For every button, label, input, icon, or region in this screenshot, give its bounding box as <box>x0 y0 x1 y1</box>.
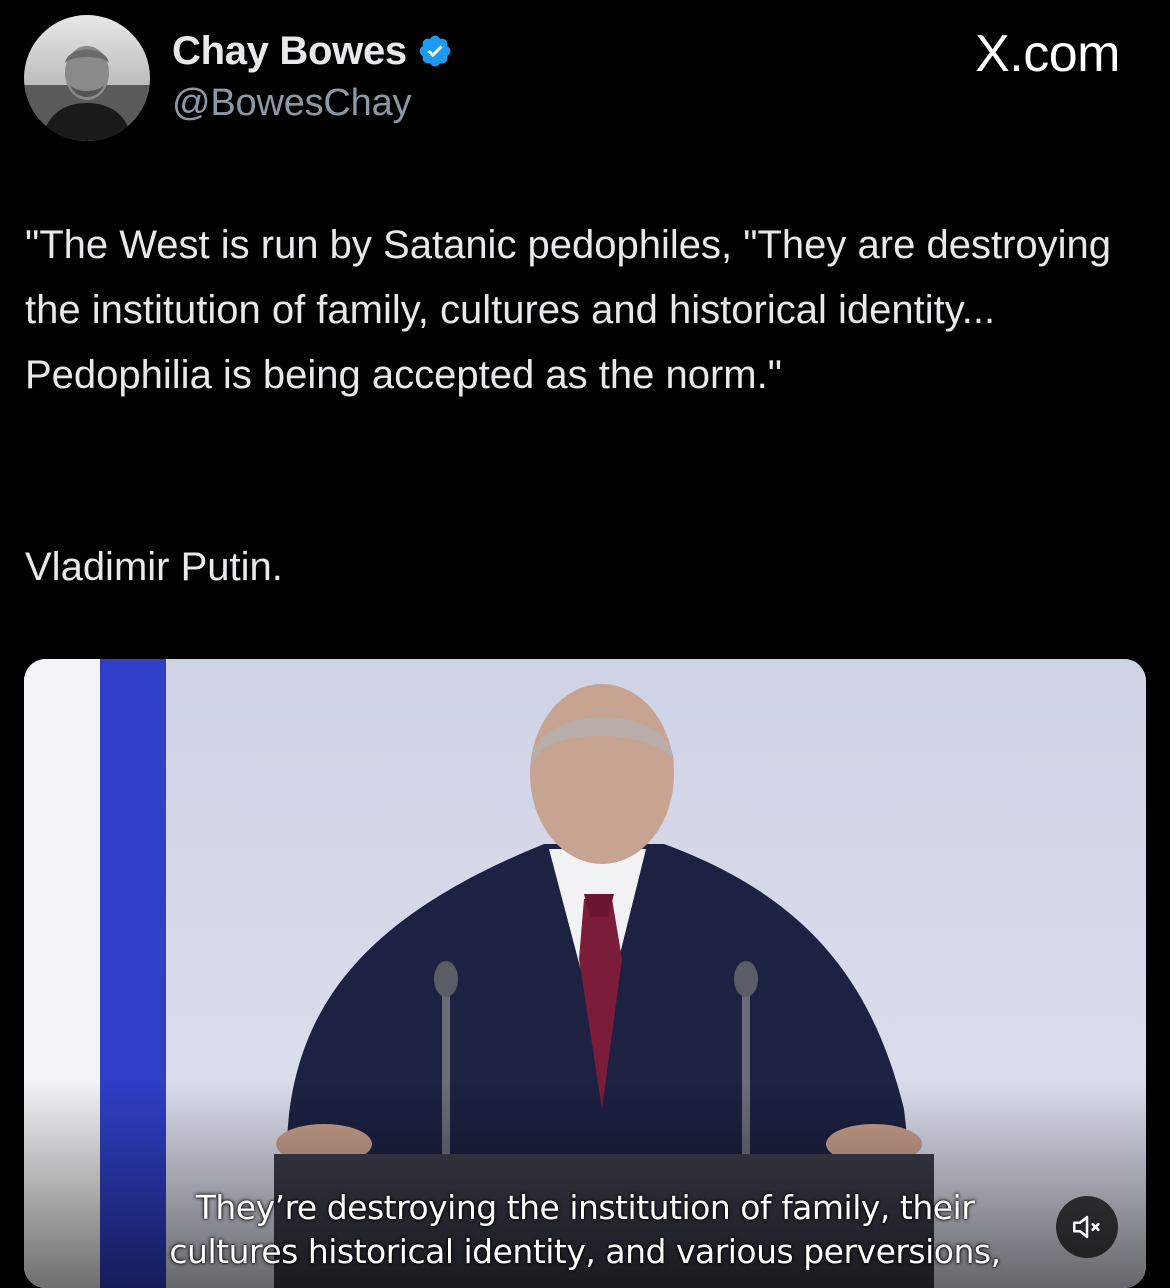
tweet-attribution: Vladimir Putin. <box>25 545 283 589</box>
author-display-name[interactable]: Chay Bowes <box>172 29 407 74</box>
verified-badge-icon <box>419 35 451 67</box>
mute-button[interactable] <box>1056 1196 1118 1258</box>
tweet-video[interactable]: They’re destroying the institution of fa… <box>24 659 1146 1288</box>
author-handle[interactable]: @BowesChay <box>172 82 412 125</box>
video-caption: They’re destroying the institution of fa… <box>24 1186 1146 1274</box>
author-name-row[interactable]: Chay Bowes <box>172 28 453 74</box>
tweet-text: "The West is run by Satanic pedophiles, … <box>25 223 1123 397</box>
caption-line-2: cultures historical identity, and variou… <box>169 1232 1001 1271</box>
caption-line-1: They’re destroying the institution of fa… <box>195 1188 975 1227</box>
site-brand: X.com <box>975 25 1120 83</box>
speaker-muted-icon <box>1072 1215 1100 1239</box>
author-avatar[interactable] <box>24 15 150 141</box>
